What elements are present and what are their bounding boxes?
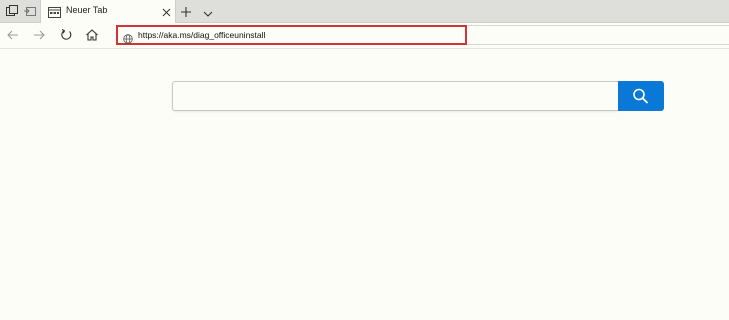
search-input[interactable] — [173, 82, 618, 110]
plus-icon[interactable] — [180, 5, 192, 17]
chevron-down-icon[interactable] — [202, 6, 214, 17]
globe-icon[interactable] — [123, 31, 133, 44]
search-icon — [633, 88, 649, 104]
search-button[interactable] — [618, 81, 664, 111]
refresh-icon[interactable] — [59, 28, 73, 42]
newtab-page-icon — [48, 5, 61, 18]
close-icon[interactable] — [161, 5, 172, 17]
search-box — [172, 81, 618, 111]
navigation-bar: https://aka.ms/diag_officeuninstall — [0, 23, 729, 49]
address-bar-extension — [467, 25, 729, 45]
tab-title: Neuer Tab — [66, 5, 108, 15]
address-bar[interactable]: https://aka.ms/diag_officeuninstall — [116, 25, 467, 45]
tab-new-tab[interactable]: Neuer Tab — [40, 0, 176, 23]
tab-manager-icon[interactable] — [5, 4, 19, 18]
home-icon[interactable] — [85, 28, 99, 42]
address-url[interactable]: https://aka.ms/diag_officeuninstall — [138, 30, 265, 40]
forward-arrow-icon[interactable] — [32, 28, 46, 42]
set-aside-tabs-icon[interactable] — [23, 4, 37, 18]
back-arrow-icon[interactable] — [6, 28, 20, 42]
tab-strip: Neuer Tab — [0, 0, 729, 23]
